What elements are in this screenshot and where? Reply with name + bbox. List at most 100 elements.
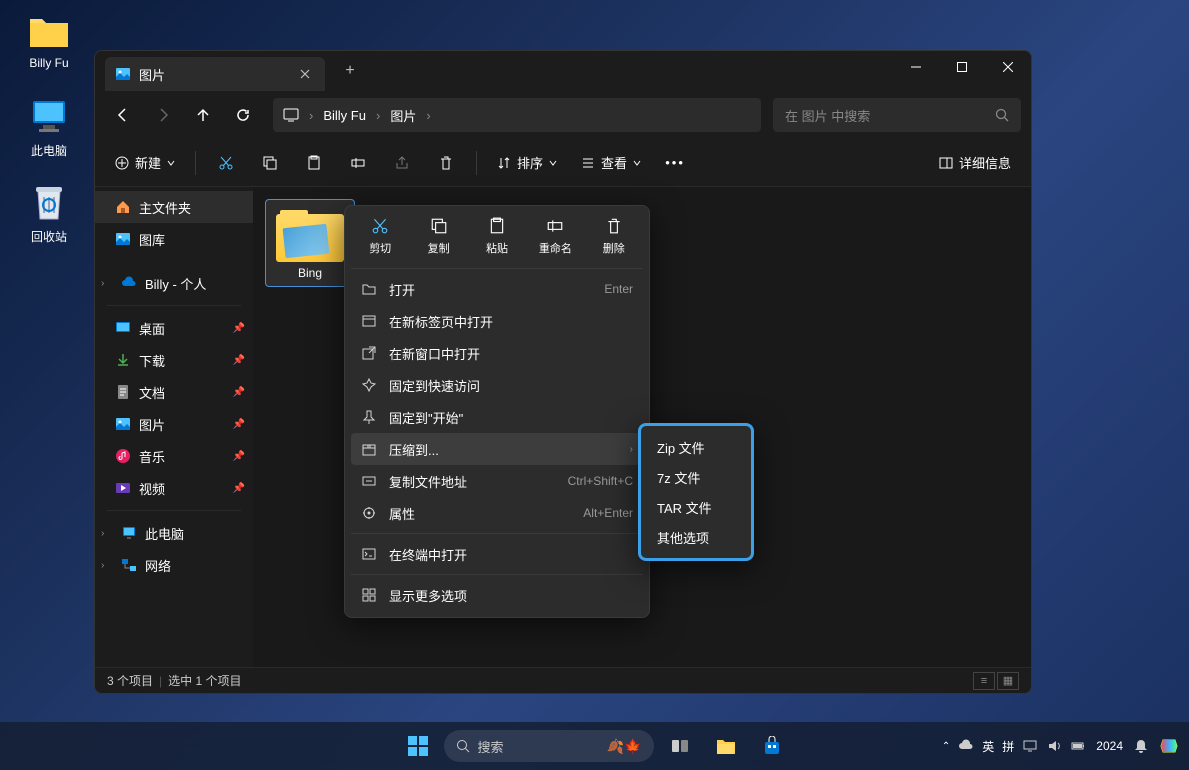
taskbar-store[interactable]	[752, 726, 792, 766]
chevron-right-icon: ›	[101, 560, 113, 571]
view-button[interactable]: 查看	[571, 145, 651, 181]
sidebar-item-documents[interactable]: 文档 📌	[95, 376, 253, 408]
copy-icon	[262, 155, 278, 171]
ctx-delete-button[interactable]: 删除	[587, 216, 641, 256]
start-button[interactable]	[398, 726, 438, 766]
sidebar-item-desktop[interactable]: 桌面 📌	[95, 312, 253, 344]
sidebar-item-music[interactable]: 音乐 📌	[95, 440, 253, 472]
cut-button[interactable]	[206, 145, 246, 181]
refresh-button[interactable]	[225, 97, 261, 133]
sidebar-item-thispc[interactable]: › 此电脑	[95, 517, 253, 549]
submenu-zip[interactable]: Zip 文件	[647, 432, 745, 462]
sidebar-item-label: 主文件夹	[139, 198, 191, 217]
ctx-open[interactable]: 打开 Enter	[351, 273, 643, 305]
tab-close-button[interactable]	[295, 64, 315, 84]
ctx-pin-quick[interactable]: 固定到快速访问	[351, 369, 643, 401]
close-icon	[1003, 62, 1013, 72]
sidebar-item-gallery[interactable]: 图库	[95, 223, 253, 255]
details-button[interactable]: 详细信息	[929, 145, 1021, 181]
context-menu: 剪切 复制 粘贴 重命名 删除 打开 Enter 在新标签页中打开 在新窗口中打…	[344, 205, 650, 618]
delete-button[interactable]	[426, 145, 466, 181]
view-label: 查看	[601, 153, 627, 172]
sort-button[interactable]: 排序	[487, 145, 567, 181]
taskbar-search[interactable]: 搜索 🍂🍁	[444, 730, 654, 762]
more-button[interactable]: •••	[655, 145, 695, 181]
home-icon	[115, 199, 131, 215]
taskbar-explorer[interactable]	[706, 726, 746, 766]
up-button[interactable]	[185, 97, 221, 133]
sort-icon	[497, 156, 511, 170]
submenu-tar[interactable]: TAR 文件	[647, 492, 745, 522]
folder-item-bing[interactable]: Bing	[265, 199, 355, 287]
selected-count: 选中 1 个项目	[168, 672, 241, 689]
ctx-copy-button[interactable]: 复制	[412, 216, 466, 256]
close-button[interactable]	[985, 51, 1031, 83]
ellipsis-icon: •••	[665, 155, 685, 170]
view-grid-button[interactable]: ▦	[997, 672, 1019, 690]
copy-button[interactable]	[250, 145, 290, 181]
ctx-pin-start[interactable]: 固定到"开始"	[351, 401, 643, 433]
sidebar-item-network[interactable]: › 网络	[95, 549, 253, 581]
download-icon	[115, 352, 131, 368]
ctx-label: 在终端中打开	[389, 545, 467, 564]
view-list-button[interactable]: ≡	[973, 672, 995, 690]
rename-button[interactable]	[338, 145, 378, 181]
desktop-icon-recycle-bin[interactable]: 回收站	[14, 182, 84, 245]
sidebar-item-videos[interactable]: 视频 📌	[95, 472, 253, 504]
desktop-icon-this-pc[interactable]: 此电脑	[14, 96, 84, 159]
paste-button[interactable]	[294, 145, 334, 181]
volume-icon[interactable]	[1046, 738, 1062, 754]
wifi-icon[interactable]	[1022, 738, 1038, 754]
breadcrumb-user[interactable]: Billy Fu	[323, 108, 366, 123]
ctx-paste-button[interactable]: 粘贴	[470, 216, 524, 256]
sidebar-item-home[interactable]: 主文件夹	[95, 191, 253, 223]
ctx-terminal[interactable]: 在终端中打开	[351, 538, 643, 570]
chevron-right-icon: ›	[426, 108, 430, 123]
windows-icon	[407, 735, 429, 757]
ctx-open-newtab[interactable]: 在新标签页中打开	[351, 305, 643, 337]
ctx-open-newwindow[interactable]: 在新窗口中打开	[351, 337, 643, 369]
battery-icon[interactable]	[1070, 738, 1086, 754]
maximize-button[interactable]	[939, 51, 985, 83]
tab-pictures[interactable]: 图片	[105, 57, 325, 91]
forward-button[interactable]	[145, 97, 181, 133]
clock-year[interactable]: 2024	[1096, 739, 1123, 753]
arrow-left-icon	[115, 107, 131, 123]
notification-icon[interactable]	[1133, 738, 1149, 754]
desktop-icon-user-folder[interactable]: Billy Fu	[14, 10, 84, 70]
sidebar-item-label: 下载	[139, 351, 165, 370]
cloud-icon[interactable]	[958, 738, 974, 754]
new-tab-button[interactable]: +	[335, 56, 365, 86]
task-view-button[interactable]	[660, 726, 700, 766]
ime-language[interactable]: 英	[982, 738, 994, 755]
new-button[interactable]: 新建	[105, 145, 185, 181]
ctx-properties[interactable]: 属性 Alt+Enter	[351, 497, 643, 529]
sidebar-item-onedrive[interactable]: › Billy - 个人	[95, 267, 253, 299]
ctx-cut-button[interactable]: 剪切	[353, 216, 407, 256]
address-bar[interactable]: › Billy Fu › 图片 ›	[273, 98, 761, 132]
scissors-icon	[370, 216, 390, 236]
pin-icon	[361, 409, 377, 425]
minimize-button[interactable]	[893, 51, 939, 83]
submenu-7z[interactable]: 7z 文件	[647, 462, 745, 492]
ctx-copy-path[interactable]: 复制文件地址 Ctrl+Shift+C	[351, 465, 643, 497]
sidebar-item-pictures[interactable]: 图片 📌	[95, 408, 253, 440]
sidebar-item-downloads[interactable]: 下载 📌	[95, 344, 253, 376]
tray-chevron-up-icon[interactable]: ⌃	[942, 741, 950, 752]
share-button[interactable]	[382, 145, 422, 181]
folder-name: Bing	[298, 266, 322, 280]
sidebar-item-label: 网络	[145, 556, 171, 575]
breadcrumb-folder[interactable]: 图片	[390, 106, 416, 125]
ctx-label: 打开	[389, 280, 415, 299]
ctx-show-more[interactable]: 显示更多选项	[351, 579, 643, 611]
ctx-compress[interactable]: 压缩到... ›	[351, 433, 643, 465]
ctx-rename-button[interactable]: 重命名	[528, 216, 582, 256]
ctx-shortcut: Alt+Enter	[583, 506, 633, 520]
search-input[interactable]: 在 图片 中搜索	[773, 98, 1021, 132]
ime-mode[interactable]: 拼	[1002, 738, 1014, 755]
sort-label: 排序	[517, 153, 543, 172]
copilot-icon[interactable]	[1159, 738, 1179, 754]
music-icon	[115, 448, 131, 464]
submenu-other[interactable]: 其他选项	[647, 522, 745, 552]
back-button[interactable]	[105, 97, 141, 133]
